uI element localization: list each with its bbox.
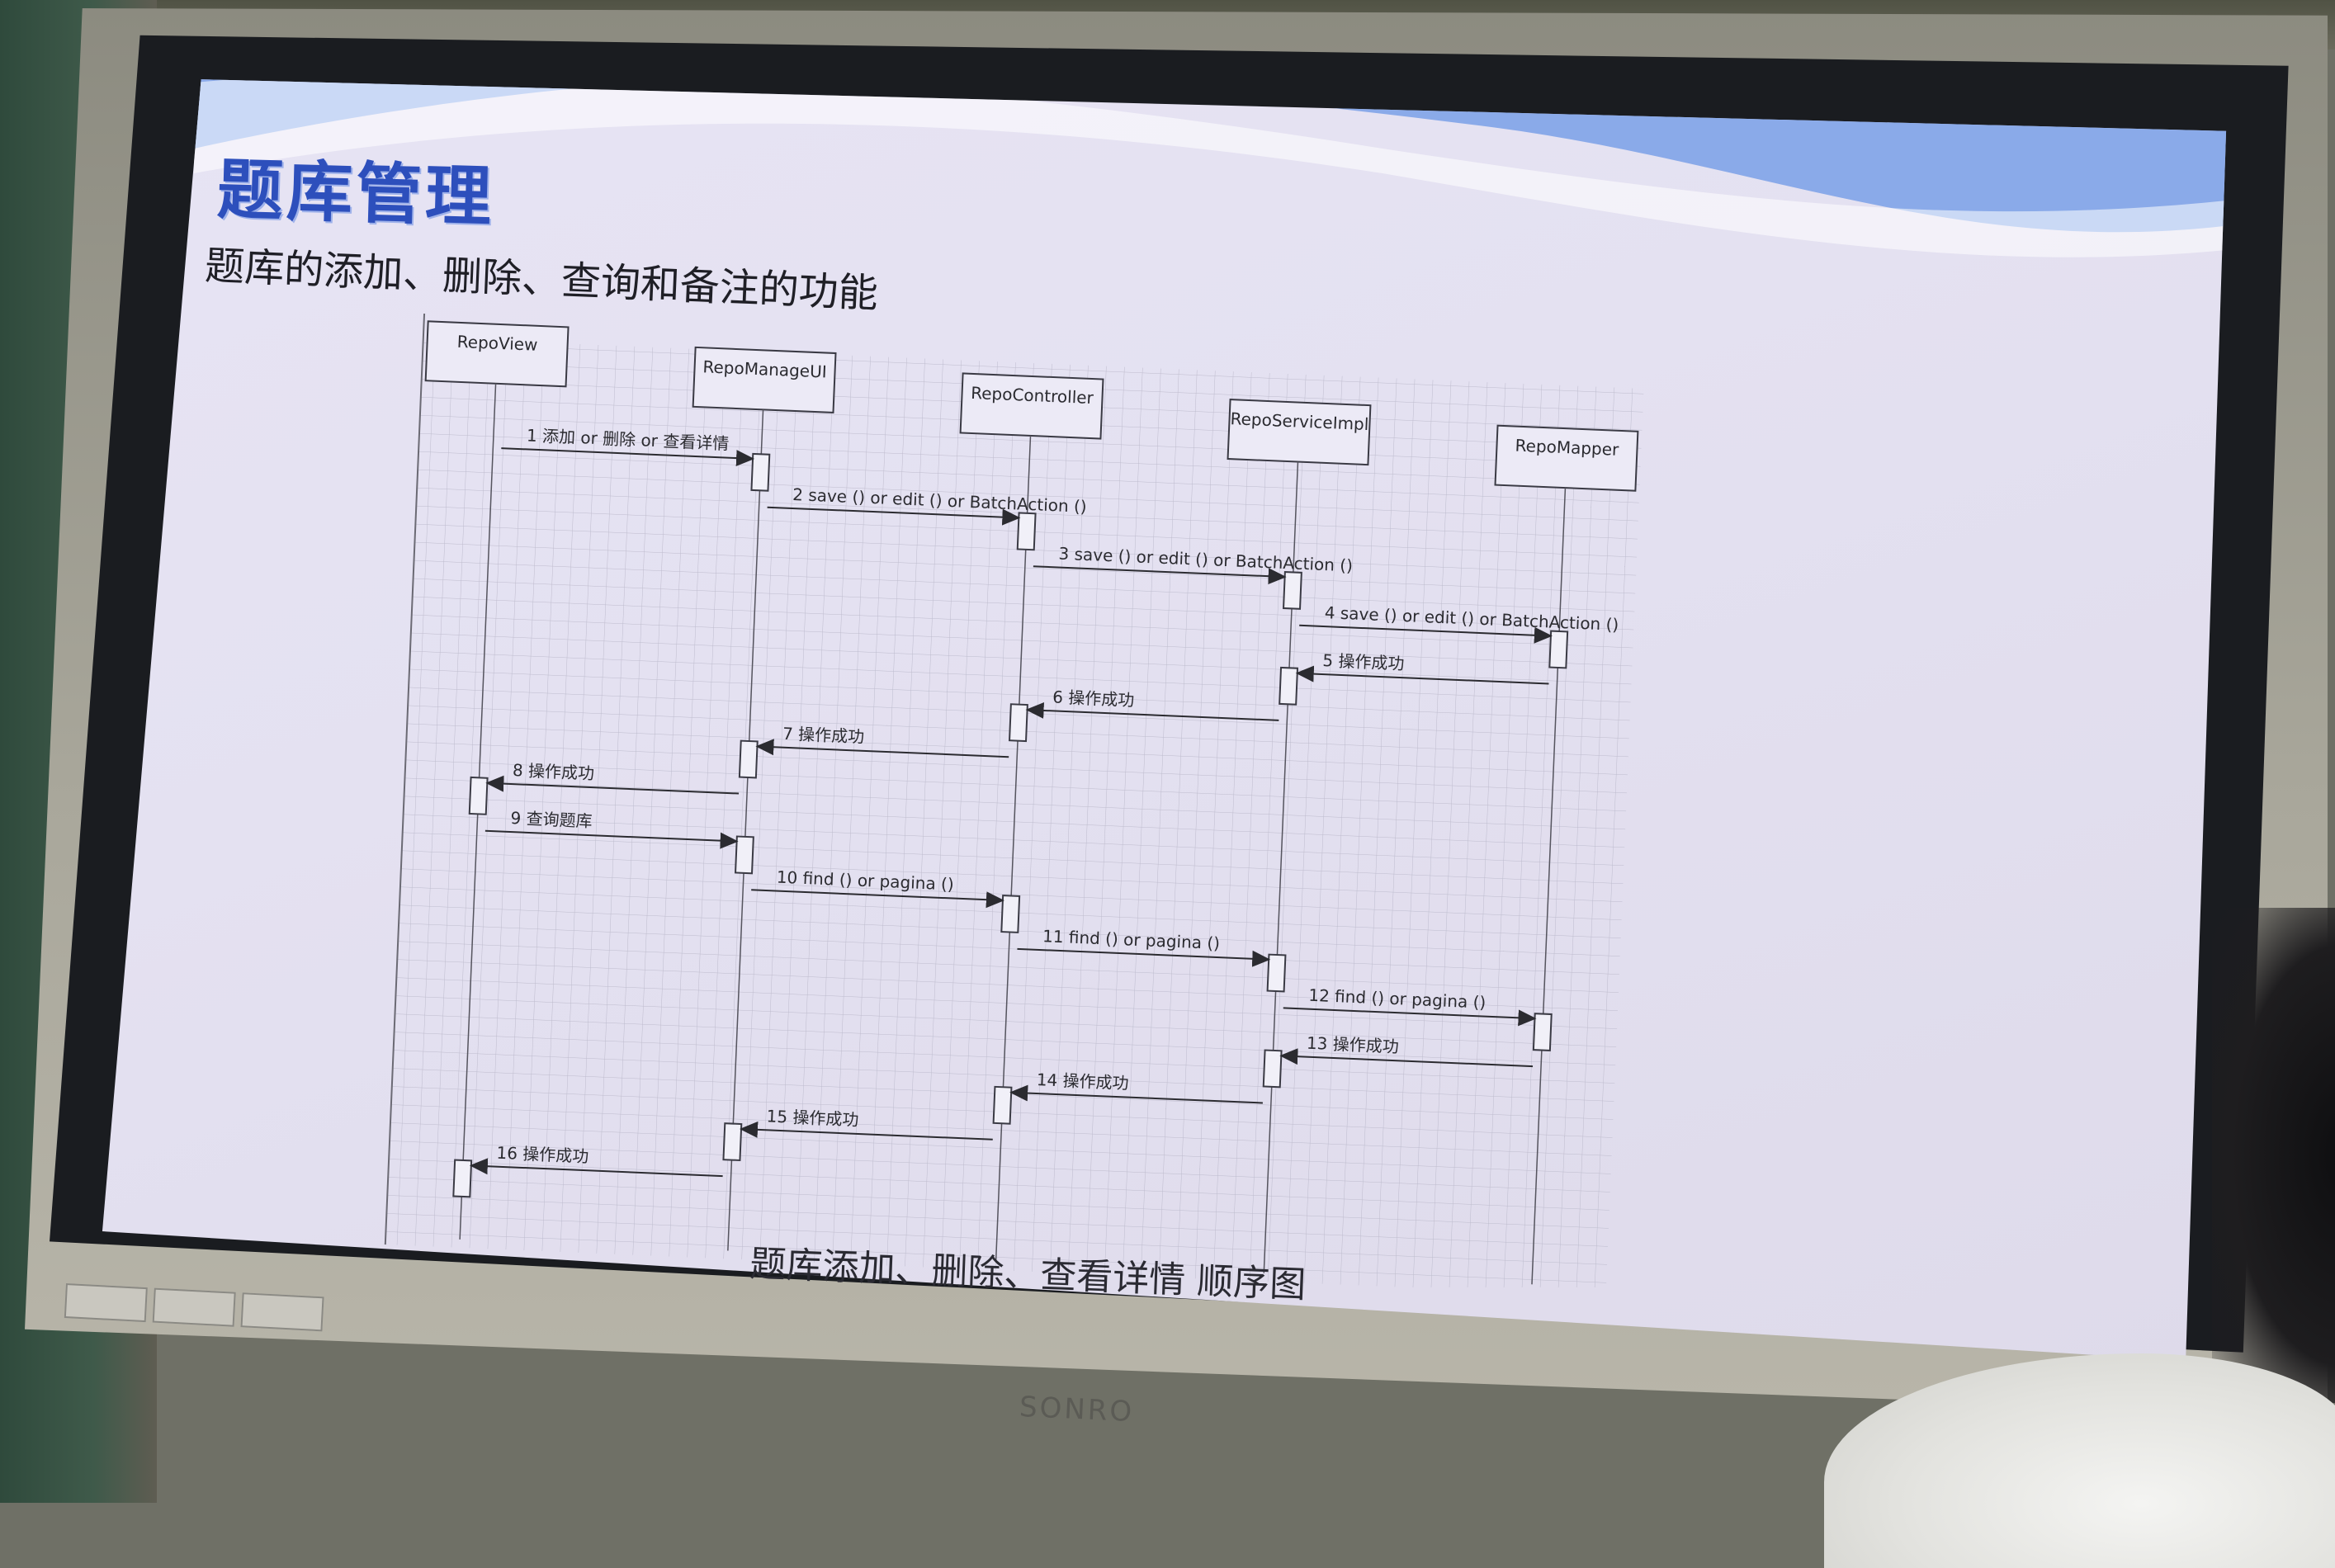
sequence-diagram-canvas: RepoViewRepoManageUIRepoControllerRepoSe… [384, 314, 1644, 1287]
sequence-diagram: RepoView RepoManageUI RepoController RepoSe… [380, 314, 1667, 1287]
activation-bar [1008, 703, 1028, 743]
activation-bar [1266, 953, 1287, 993]
activation-bar [750, 452, 771, 492]
message-label: 5 操作成功 [1322, 650, 1405, 673]
slide-title: 题库管理 [215, 150, 496, 236]
message-label: 15 操作成功 [766, 1106, 859, 1130]
taskbar-item[interactable] [240, 1292, 324, 1332]
activation-bar [734, 835, 754, 875]
taskbar-item[interactable] [152, 1287, 236, 1327]
activation-bar [1016, 512, 1037, 551]
activation-bar [1000, 895, 1021, 933]
message-label: 7 操作成功 [782, 724, 865, 747]
taskbar-item[interactable] [64, 1283, 148, 1323]
message-label: 13 操作成功 [1307, 1033, 1400, 1057]
activation-bar [452, 1159, 473, 1198]
viewer-head [2212, 908, 2335, 1403]
activation-bar [1282, 570, 1302, 610]
activation-bar [1548, 630, 1569, 669]
message-label: 16 操作成功 [496, 1143, 589, 1167]
message-label: 8 操作成功 [513, 760, 595, 783]
monitor-brand-logo: SONRO [1019, 1390, 1136, 1429]
activation-bar [992, 1085, 1013, 1125]
activation-bar [1532, 1013, 1553, 1052]
message-label: 14 操作成功 [1036, 1070, 1129, 1093]
message-label: 9 查询题库 [510, 808, 593, 831]
activation-bar [738, 739, 759, 779]
activation-bar [468, 776, 489, 815]
message-label: 6 操作成功 [1052, 687, 1135, 710]
activation-bar [1279, 666, 1299, 706]
activation-bar [1262, 1049, 1283, 1089]
participant-box [424, 320, 570, 388]
participant-label: RepoView [456, 332, 538, 355]
activation-bar [722, 1122, 743, 1162]
